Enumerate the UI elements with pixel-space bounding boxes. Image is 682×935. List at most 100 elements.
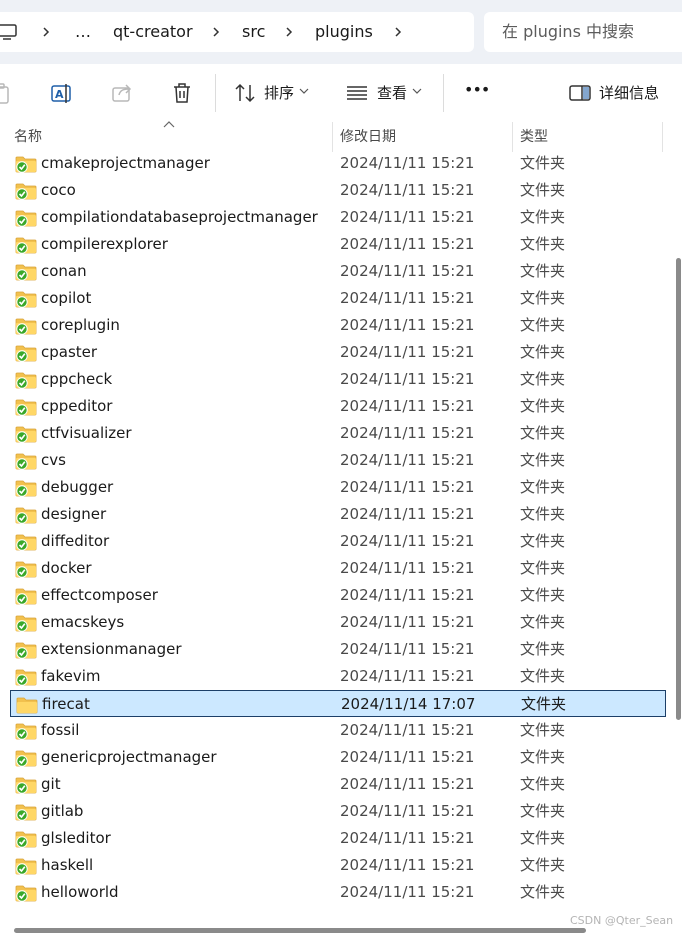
table-row[interactable]: cmakeprojectmanager 2024/11/11 15:21 文件夹 [10, 150, 666, 177]
table-row[interactable]: docker 2024/11/11 15:21 文件夹 [10, 555, 666, 582]
more-options-button[interactable]: ••• [464, 80, 490, 100]
table-row[interactable]: genericprojectmanager 2024/11/11 15:21 文件夹 [10, 744, 666, 771]
table-row[interactable]: coco 2024/11/11 15:21 文件夹 [10, 177, 666, 204]
file-modified-date: 2024/11/11 15:21 [340, 721, 475, 739]
table-row[interactable]: coreplugin 2024/11/11 15:21 文件夹 [10, 312, 666, 339]
file-name: compilationdatabaseprojectmanager [41, 208, 318, 226]
table-row[interactable]: helloworld 2024/11/11 15:21 文件夹 [10, 879, 666, 906]
table-row[interactable]: copilot 2024/11/11 15:21 文件夹 [10, 285, 666, 312]
folder-icon [15, 372, 37, 389]
chevron-down-icon[interactable] [298, 85, 310, 97]
folder-icon [15, 831, 37, 848]
file-type: 文件夹 [520, 829, 566, 847]
table-row[interactable]: emacskeys 2024/11/11 15:21 文件夹 [10, 609, 666, 636]
column-divider[interactable] [332, 122, 333, 152]
table-row[interactable]: effectcomposer 2024/11/11 15:21 文件夹 [10, 582, 666, 609]
table-row[interactable]: ctfvisualizer 2024/11/11 15:21 文件夹 [10, 420, 666, 447]
file-name: git [41, 775, 61, 793]
breadcrumb-item-qt-creator[interactable]: qt-creator [113, 22, 193, 42]
file-name: diffeditor [41, 532, 110, 550]
breadcrumb-item-plugins[interactable]: plugins [315, 22, 373, 42]
chevron-right-icon[interactable] [392, 26, 404, 38]
folder-icon [15, 237, 37, 254]
search-placeholder[interactable]: 在 plugins 中搜索 [502, 22, 634, 42]
table-row[interactable]: gitlab 2024/11/11 15:21 文件夹 [10, 798, 666, 825]
file-modified-date: 2024/11/11 15:21 [340, 424, 475, 442]
file-type: 文件夹 [520, 613, 566, 631]
breadcrumb[interactable]: … qt-creator src plugins [0, 12, 474, 52]
chevron-right-icon[interactable] [283, 26, 295, 38]
table-row[interactable]: designer 2024/11/11 15:21 文件夹 [10, 501, 666, 528]
file-modified-date: 2024/11/11 15:21 [340, 883, 475, 901]
chevron-down-icon[interactable] [411, 85, 423, 97]
table-row[interactable]: extensionmanager 2024/11/11 15:21 文件夹 [10, 636, 666, 663]
file-name: compilerexplorer [41, 235, 168, 253]
file-name: cppcheck [41, 370, 113, 388]
horizontal-scrollbar-thumb[interactable] [14, 928, 586, 933]
column-divider[interactable] [662, 122, 663, 152]
file-name: copilot [41, 289, 92, 307]
sort-button[interactable]: 排序 [264, 83, 294, 103]
search-box[interactable]: 在 plugins 中搜索 [484, 12, 682, 52]
table-row[interactable]: fossil 2024/11/11 15:21 文件夹 [10, 717, 666, 744]
table-row[interactable]: glsleditor 2024/11/11 15:21 文件夹 [10, 825, 666, 852]
folder-icon [15, 210, 37, 227]
table-row[interactable]: conan 2024/11/11 15:21 文件夹 [10, 258, 666, 285]
folder-icon [15, 885, 37, 902]
details-pane-icon[interactable] [568, 81, 592, 105]
folder-icon [15, 183, 37, 200]
sort-icon[interactable] [233, 81, 257, 105]
table-row[interactable]: cvs 2024/11/11 15:21 文件夹 [10, 447, 666, 474]
view-icon[interactable] [345, 81, 369, 105]
folder-icon [15, 642, 37, 659]
share-icon[interactable] [110, 81, 134, 105]
table-row[interactable]: diffeditor 2024/11/11 15:21 文件夹 [10, 528, 666, 555]
column-header-type[interactable]: 类型 [520, 128, 548, 146]
chevron-right-icon[interactable] [210, 26, 222, 38]
chevron-right-icon[interactable] [40, 26, 52, 38]
file-type: 文件夹 [520, 505, 566, 523]
file-name: cmakeprojectmanager [41, 154, 210, 172]
table-row[interactable]: haskell 2024/11/11 15:21 文件夹 [10, 852, 666, 879]
breadcrumb-item-src[interactable]: src [242, 22, 265, 42]
paste-icon[interactable] [0, 81, 14, 105]
folder-icon [15, 399, 37, 416]
file-modified-date: 2024/11/11 15:21 [340, 235, 475, 253]
details-button[interactable]: 详细信息 [599, 83, 659, 103]
file-type: 文件夹 [520, 262, 566, 280]
file-type: 文件夹 [520, 289, 566, 307]
table-row-selected[interactable]: firecat 2024/11/14 17:07 文件夹 [10, 690, 666, 717]
file-modified-date: 2024/11/11 15:21 [340, 667, 475, 685]
file-type: 文件夹 [520, 640, 566, 658]
folder-icon [15, 480, 37, 497]
file-name: extensionmanager [41, 640, 182, 658]
table-row[interactable]: debugger 2024/11/11 15:21 文件夹 [10, 474, 666, 501]
column-header-name[interactable]: 名称 [14, 128, 42, 146]
folder-icon [15, 534, 37, 551]
file-type: 文件夹 [520, 397, 566, 415]
this-pc-icon[interactable] [0, 24, 18, 40]
file-modified-date: 2024/11/11 15:21 [340, 370, 475, 388]
table-row[interactable]: fakevim 2024/11/11 15:21 文件夹 [10, 663, 666, 690]
folder-icon [15, 615, 37, 632]
table-row[interactable]: cpaster 2024/11/11 15:21 文件夹 [10, 339, 666, 366]
rename-icon[interactable]: A [50, 81, 74, 105]
breadcrumb-more[interactable]: … [75, 22, 91, 42]
sort-ascending-icon [163, 121, 175, 128]
delete-icon[interactable] [170, 81, 194, 105]
file-name: debugger [41, 478, 114, 496]
column-divider[interactable] [512, 122, 513, 152]
table-row[interactable]: cppcheck 2024/11/11 15:21 文件夹 [10, 366, 666, 393]
table-row[interactable]: git 2024/11/11 15:21 文件夹 [10, 771, 666, 798]
table-row[interactable]: compilationdatabaseprojectmanager 2024/11… [10, 204, 666, 231]
file-name: genericprojectmanager [41, 748, 217, 766]
file-list[interactable]: clearcase2024/11/11 15:21文件夹cmakeproject… [0, 136, 668, 926]
file-modified-date: 2024/11/11 15:21 [340, 559, 475, 577]
view-button[interactable]: 查看 [377, 83, 407, 103]
table-row[interactable]: cppeditor 2024/11/11 15:21 文件夹 [10, 393, 666, 420]
file-name: designer [41, 505, 107, 523]
table-row[interactable]: compilerexplorer 2024/11/11 15:21 文件夹 [10, 231, 666, 258]
file-modified-date: 2024/11/11 15:21 [340, 451, 475, 469]
column-header-modified[interactable]: 修改日期 [340, 128, 396, 146]
vertical-scrollbar-thumb[interactable] [676, 258, 681, 720]
